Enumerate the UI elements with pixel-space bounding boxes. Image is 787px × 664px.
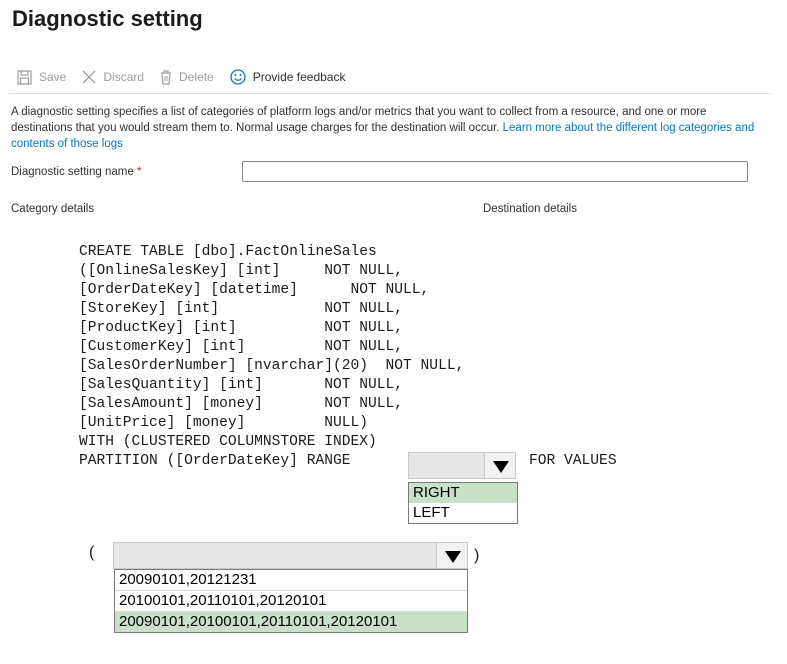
code-line: [SalesAmount] [money] NOT NULL, [79,396,404,412]
category-details-heading: Category details [11,203,95,215]
save-icon [17,69,32,85]
for-values-text: FOR VALUES [529,453,617,469]
code-line: [ProductKey] [int] NOT NULL, [79,320,404,336]
code-line: [CustomerKey] [int] NOT NULL, [79,339,404,355]
save-label: Save [39,70,67,84]
required-indicator: * [136,166,142,178]
code-line: [OrderDateKey] [datetime] NOT NULL, [79,282,430,298]
page-title: Diagnostic setting [12,6,203,31]
code-line: PARTITION ([OrderDateKey] RANGE [79,453,351,469]
delete-button[interactable]: Delete [160,69,214,85]
option-right[interactable]: RIGHT [409,483,517,503]
smiley-icon [230,69,246,85]
triangle-down-icon [445,551,461,563]
close-paren: ) [474,547,480,564]
boundary-values-options: 20090101,20121231 20100101,20110101,2012… [114,569,468,633]
toolbar-divider [9,93,772,94]
setting-name-input[interactable] [242,161,748,182]
destination-details-heading: Destination details [483,203,577,215]
dropdown-arrow-button[interactable] [436,543,467,568]
close-icon [82,70,96,84]
option-values-1[interactable]: 20090101,20121231 [115,570,467,591]
discard-label: Discard [103,70,145,84]
code-line: [StoreKey] [int] NOT NULL, [79,301,404,317]
option-left[interactable]: LEFT [409,503,517,523]
command-bar: Save Discard Delete Provide feedback [17,66,361,88]
code-line: [SalesQuantity] [int] NOT NULL, [79,377,404,393]
code-line: CREATE TABLE [dbo].FactOnlineSales [79,244,377,260]
option-values-2[interactable]: 20100101,20110101,20120101 [115,591,467,612]
description: A diagnostic setting specifies a list of… [11,104,771,152]
dropdown-arrow-button[interactable] [484,453,515,478]
trash-icon [161,69,172,85]
option-values-3[interactable]: 20090101,20100101,20110101,20120101 [115,612,467,632]
range-direction-options: RIGHT LEFT [408,482,518,524]
provide-feedback-button[interactable]: Provide feedback [230,69,346,85]
delete-label: Delete [179,70,214,84]
code-line: ([OnlineSalesKey] [int] NOT NULL, [79,263,404,279]
sql-code-block: CREATE TABLE [dbo].FactOnlineSales ([Onl… [79,243,464,471]
code-line: [SalesOrderNumber] [nvarchar](20) NOT NU… [79,358,465,374]
triangle-down-icon [493,461,509,473]
boundary-values-dropdown[interactable] [113,542,468,569]
code-line: WITH (CLUSTERED COLUMNSTORE INDEX) [79,434,377,450]
open-paren: ( [89,544,95,561]
discard-button[interactable]: Discard [82,70,144,84]
code-line: [UnitPrice] [money] NULL) [79,415,369,431]
provide-feedback-label: Provide feedback [252,70,346,84]
setting-name-label: Diagnostic setting name * [11,166,141,178]
setting-name-label-text: Diagnostic setting name [11,166,134,178]
save-button[interactable]: Save [17,69,67,85]
range-direction-dropdown[interactable] [408,452,516,479]
